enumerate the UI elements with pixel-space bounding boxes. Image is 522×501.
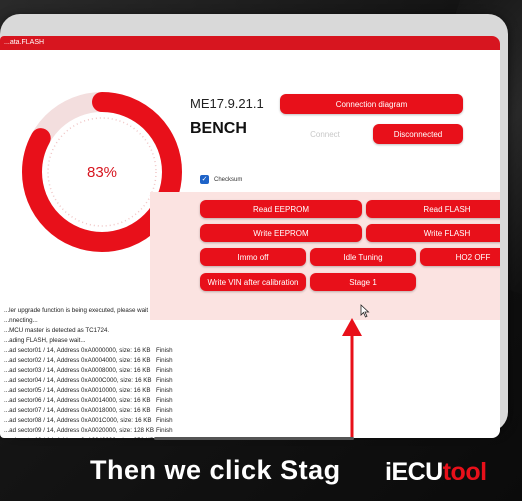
log-row: ...ad sector02 / 14, Address 0xA0004000,…: [4, 356, 304, 366]
log-row-text: ...ad sector06 / 14, Address 0xA0014000,…: [4, 397, 151, 404]
write-eeprom-button[interactable]: Write EEPROM: [200, 224, 362, 242]
mode-label: BENCH: [190, 120, 247, 137]
log-row: ...nnecting...: [4, 316, 304, 326]
log-row-status: Finish: [156, 367, 173, 374]
ho2-off-button[interactable]: HO2 OFF: [420, 248, 500, 266]
log-row: ...ad sector01 / 14, Address 0xA0000000,…: [4, 346, 304, 356]
brand-logo: iECUtool: [385, 458, 487, 487]
log-row-text: ...ad sector08 / 14, Address 0xA001C000,…: [4, 417, 152, 424]
log-row: ...MCU master is detected as TC1724.: [4, 326, 304, 336]
log-row-text: ...ad sector09 / 14, Address 0xA0020000,…: [4, 427, 154, 434]
disconnected-button[interactable]: Disconnected: [373, 124, 463, 144]
caption-text: Then we click Stag: [90, 455, 341, 485]
log-row-text: ...ad sector03 / 14, Address 0xA0008000,…: [4, 367, 151, 374]
idle-tuning-button[interactable]: Idle Tuning: [310, 248, 416, 266]
log-row: ...ad sector08 / 14, Address 0xA001C000,…: [4, 416, 304, 426]
stage1-button[interactable]: Stage 1: [310, 273, 416, 291]
app-screen: ...ata.FLASH 83% ME17.9.21.1 BENCH Conne…: [0, 36, 500, 438]
log-row: ...ad sector09 / 14, Address 0xA0020000,…: [4, 426, 304, 436]
log-row-text: ...ading FLASH, please wait...: [4, 337, 86, 344]
log-row-status: Finish: [156, 427, 173, 434]
checksum-checkbox[interactable]: ✓: [200, 175, 209, 184]
ecu-model-label: ME17.9.21.1: [190, 96, 264, 111]
log-row-status: Finish: [156, 347, 173, 354]
log-row-status: Finish: [156, 417, 173, 424]
log-row-text: ...ler upgrade function is being execute…: [4, 307, 149, 314]
log-row-text: ...ad sector05 / 14, Address 0xA0010000,…: [4, 387, 151, 394]
log-row: ...ading FLASH, please wait...: [4, 336, 304, 346]
log-row-text: ...ad sector02 / 14, Address 0xA0004000,…: [4, 357, 151, 364]
red-arrow-icon: [342, 318, 362, 438]
log-row: ...ler upgrade function is being execute…: [4, 306, 304, 316]
log-row-text: ...ad sector01 / 14, Address 0xA0000000,…: [4, 347, 151, 354]
write-vin-button[interactable]: Write VIN after calibration: [200, 273, 306, 291]
logo-prefix: iECU: [385, 458, 443, 486]
write-flash-button[interactable]: Write FLASH: [366, 224, 500, 242]
log-row: ...ad sector06 / 14, Address 0xA0014000,…: [4, 396, 304, 406]
log-row: ...ad sector03 / 14, Address 0xA0008000,…: [4, 366, 304, 376]
tablet-frame: ...ata.FLASH 83% ME17.9.21.1 BENCH Conne…: [0, 14, 508, 440]
logo-suffix: tool: [442, 458, 487, 486]
log-row-text: ...MCU master is detected as TC1724.: [4, 327, 110, 334]
mouse-cursor-icon: [360, 304, 370, 318]
read-eeprom-button[interactable]: Read EEPROM: [200, 200, 362, 218]
read-flash-button[interactable]: Read FLASH: [366, 200, 500, 218]
checksum-label: Checksum: [214, 176, 243, 183]
log-output: ...ler upgrade function is being execute…: [4, 306, 304, 438]
log-row: ...ad sector05 / 14, Address 0xA0010000,…: [4, 386, 304, 396]
log-row: ...ad sector07 / 14, Address 0xA0018000,…: [4, 406, 304, 416]
log-row-text: ...nnecting...: [4, 317, 38, 324]
log-row-status: Finish: [156, 387, 173, 394]
log-row-text: ...ad sector04 / 14, Address 0xA000C000,…: [4, 377, 152, 384]
checksum-row[interactable]: ✓ Checksum: [200, 175, 242, 184]
home-indicator: [154, 437, 354, 440]
log-row-status: Finish: [156, 407, 173, 414]
connection-diagram-button[interactable]: Connection diagram: [280, 94, 463, 114]
log-row-text: ...ad sector10 / 14, Address 0xA0040000,…: [4, 436, 156, 438]
log-row-status: Finish: [156, 357, 173, 364]
log-row-text: ...ad sector07 / 14, Address 0xA0018000,…: [4, 407, 151, 414]
log-row-status: Finish: [156, 397, 173, 404]
immo-off-button[interactable]: Immo off: [200, 248, 306, 266]
window-title: ...ata.FLASH: [0, 36, 500, 50]
log-row-status: Finish: [156, 377, 173, 384]
connect-button[interactable]: Connect: [280, 124, 370, 144]
log-row: ...ad sector04 / 14, Address 0xA000C000,…: [4, 376, 304, 386]
